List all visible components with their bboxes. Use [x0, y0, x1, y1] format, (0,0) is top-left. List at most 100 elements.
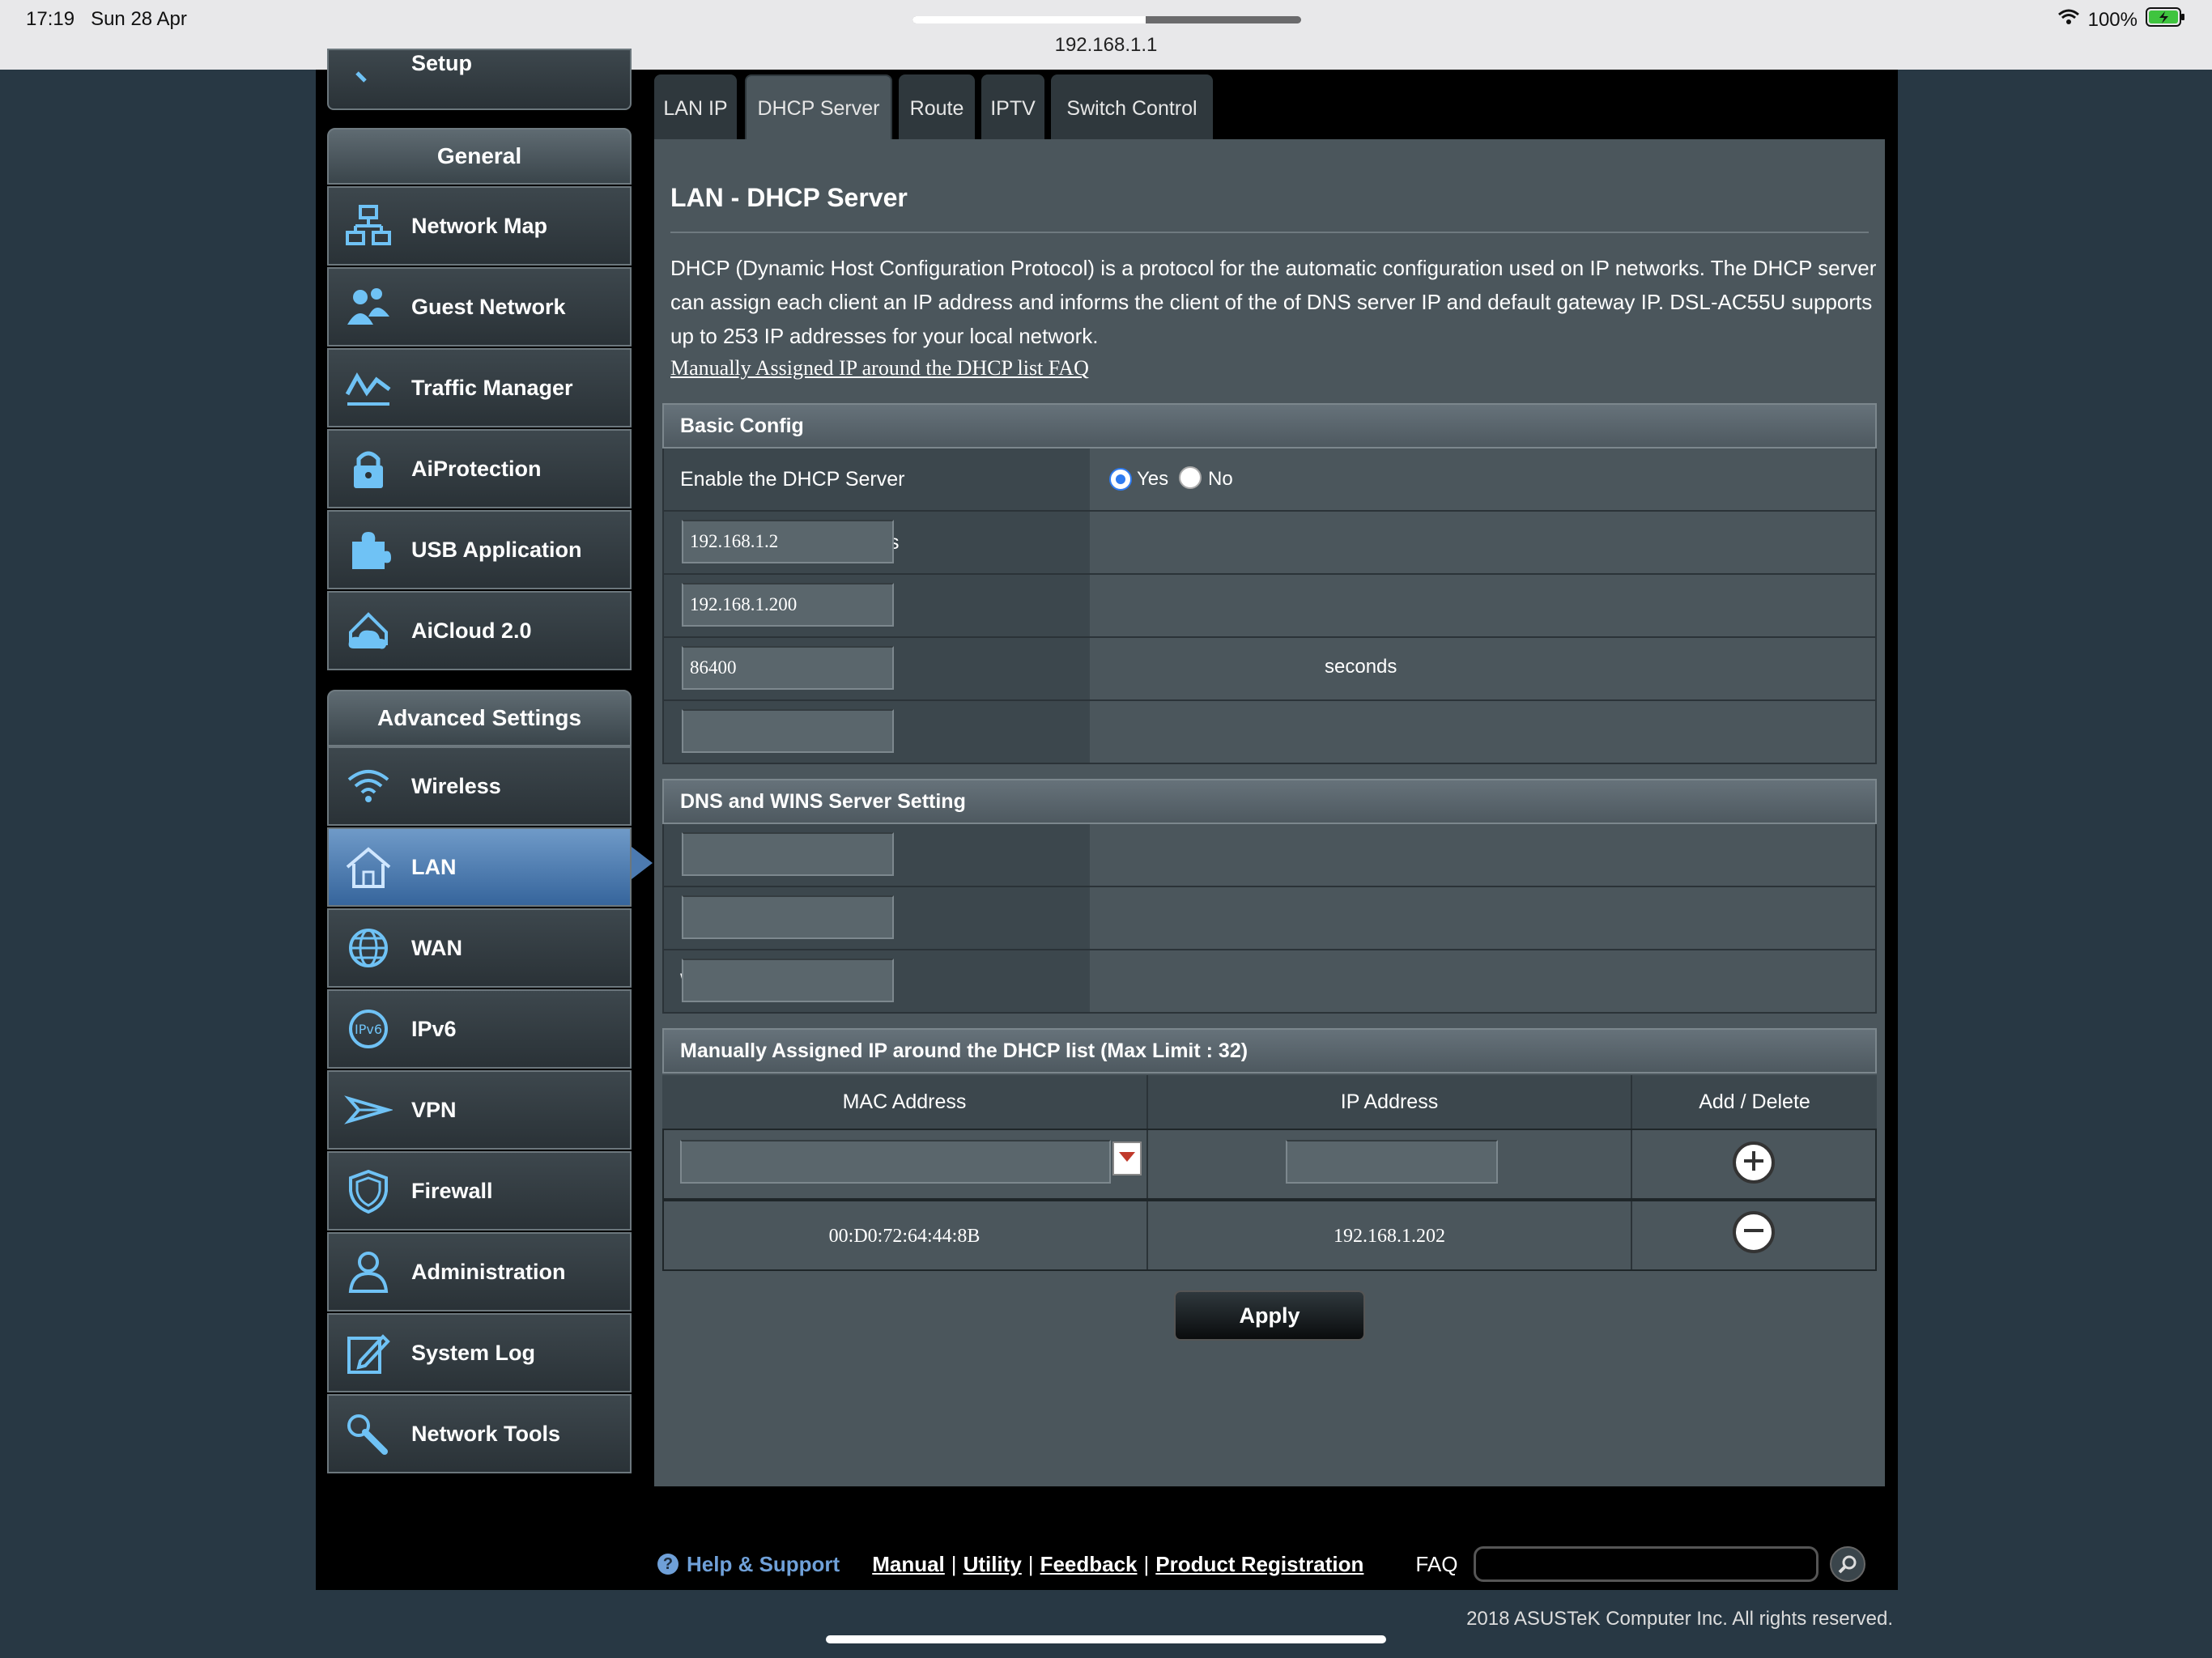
sidebar-item-usb-application[interactable]: USB Application — [327, 510, 632, 589]
sidebar-item-traffic-manager[interactable]: Traffic Manager — [327, 348, 632, 427]
dns2-input[interactable] — [682, 895, 894, 939]
tab-iptv[interactable]: IPTV — [981, 74, 1044, 139]
shield-icon — [342, 1164, 395, 1218]
sidebar-item-label: System Log — [411, 1340, 536, 1365]
default-gateway-cell — [1090, 701, 1875, 763]
lease-time-input[interactable]: 86400 — [682, 646, 894, 690]
sidebar-item-system-log[interactable]: System Log — [327, 1313, 632, 1392]
section-header-dns-wins: DNS and WINS Server Setting — [662, 779, 1877, 824]
faq-search-input[interactable] — [1474, 1546, 1819, 1582]
footer-bar: ? Help & Support Manual | Utility | Feed… — [657, 1546, 1866, 1582]
sidebar-item-label: WAN — [411, 935, 462, 960]
product-registration-link[interactable]: Product Registration — [1155, 1552, 1363, 1577]
home-indicator[interactable] — [826, 1635, 1386, 1643]
sidebar-item-label: Guest Network — [411, 294, 566, 319]
sidebar-item-firewall[interactable]: Firewall — [327, 1151, 632, 1231]
ip-pool-end-input[interactable]: 192.168.1.200 — [682, 583, 894, 627]
sidebar-item-network-map[interactable]: Network Map — [327, 186, 632, 266]
status-indicators: 100% — [2057, 6, 2186, 33]
sidebar-item-label: Firewall — [411, 1178, 493, 1203]
sidebar-item-label: Wireless — [411, 773, 501, 798]
faq-link[interactable]: Manually Assigned IP around the DHCP lis… — [670, 356, 1089, 380]
feedback-link[interactable]: Feedback — [1040, 1552, 1138, 1577]
setup-icon — [342, 53, 395, 106]
manual-link[interactable]: Manual — [872, 1552, 945, 1577]
sidebar-item-wan[interactable]: WAN — [327, 908, 632, 988]
sidebar-item-label: Administration — [411, 1259, 566, 1284]
puzzle-icon — [342, 523, 395, 576]
tab-dhcp-server[interactable]: DHCP Server — [745, 74, 892, 139]
help-support-link[interactable]: Help & Support — [687, 1552, 840, 1577]
dropdown-arrow-icon — [1119, 1151, 1135, 1166]
ip-pool-start-input[interactable]: 192.168.1.2 — [682, 520, 894, 563]
utility-link[interactable]: Utility — [963, 1552, 1022, 1577]
guest-network-icon — [342, 280, 395, 334]
sidebar-item-label: AiCloud 2.0 — [411, 618, 532, 643]
sidebar-item-label: AiProtection — [411, 456, 542, 481]
dhcp-enable-no-radio[interactable] — [1179, 466, 1202, 489]
sidebar-item-setup[interactable]: Setup — [327, 49, 632, 110]
sidebar-item-label: USB Application — [411, 537, 582, 562]
sidebar-item-label: VPN — [411, 1097, 457, 1122]
add-entry-button[interactable] — [1733, 1141, 1775, 1184]
wifi-status-icon — [2057, 8, 2080, 32]
user-icon — [342, 1245, 395, 1299]
footer-separator: | — [951, 1551, 957, 1576]
battery-icon — [2146, 6, 2186, 33]
entry-ip: 192.168.1.202 — [1148, 1201, 1632, 1271]
dns1-cell — [1090, 824, 1875, 886]
wins-input[interactable] — [682, 959, 894, 1002]
dns1-input[interactable] — [682, 832, 894, 876]
sidebar-header-general: General — [327, 128, 632, 185]
sidebar-item-label: Network Map — [411, 213, 548, 238]
cloud-icon — [342, 604, 395, 657]
globe-icon — [342, 921, 395, 975]
lock-icon — [342, 442, 395, 495]
enable-dhcp-label: Enable the DHCP Server — [664, 449, 1090, 510]
lease-time-unit: seconds — [1325, 656, 1397, 678]
sidebar-item-administration[interactable]: Administration — [327, 1232, 632, 1312]
mac-dropdown-button[interactable] — [1112, 1141, 1142, 1175]
tab-switch-control[interactable]: Switch Control — [1051, 74, 1213, 139]
sidebar-item-aicloud[interactable]: AiCloud 2.0 — [327, 591, 632, 670]
tab-route[interactable]: Route — [899, 74, 975, 139]
sidebar-item-label: LAN — [411, 854, 457, 879]
title-divider — [670, 232, 1869, 233]
footer-separator: | — [1143, 1551, 1150, 1576]
lease-time-cell — [1090, 638, 1875, 699]
wrench-icon — [342, 1407, 395, 1460]
home-icon — [342, 840, 395, 894]
sidebar-item-guest-network[interactable]: Guest Network — [327, 267, 632, 346]
clock: 17:19 — [26, 8, 75, 30]
sidebar-item-wireless[interactable]: Wireless — [327, 746, 632, 826]
sidebar-item-lan[interactable]: LAN — [327, 827, 632, 907]
tab-lan-ip[interactable]: LAN IP — [654, 74, 737, 139]
yes-label: Yes — [1137, 468, 1169, 490]
traffic-manager-icon — [342, 361, 395, 414]
delete-entry-button[interactable] — [1733, 1211, 1775, 1253]
dns2-cell — [1090, 887, 1875, 949]
apply-button[interactable]: Apply — [1174, 1290, 1365, 1341]
battery-percent: 100% — [2087, 8, 2138, 31]
new-mac-input[interactable] — [680, 1140, 1111, 1184]
dhcp-enable-yes-radio[interactable] — [1109, 468, 1132, 491]
page-load-progress-fill — [912, 16, 1146, 23]
minus-icon — [1742, 1218, 1766, 1247]
sidebar-item-label: Traffic Manager — [411, 375, 573, 400]
sidebar-header-advanced: Advanced Settings — [327, 690, 632, 746]
search-icon[interactable] — [1830, 1546, 1866, 1582]
footer-separator: | — [1027, 1551, 1034, 1576]
sidebar-item-label: Setup — [411, 50, 473, 75]
sidebar-item-vpn[interactable]: VPN — [327, 1070, 632, 1150]
column-header-add-delete: Add / Delete — [1632, 1075, 1877, 1129]
edit-icon — [342, 1326, 395, 1380]
svg-text:IPv6: IPv6 — [355, 1022, 382, 1037]
copyright: 2018 ASUSTeK Computer Inc. All rights re… — [1466, 1608, 1893, 1630]
sidebar-item-network-tools[interactable]: Network Tools — [327, 1394, 632, 1473]
default-gateway-input[interactable] — [682, 709, 894, 753]
sidebar-item-aiprotection[interactable]: AiProtection — [327, 429, 632, 508]
status-time: 17:19 Sun 28 Apr — [26, 8, 187, 31]
section-header-manual-ip: Manually Assigned IP around the DHCP lis… — [662, 1028, 1877, 1073]
new-ip-input[interactable] — [1286, 1140, 1498, 1184]
sidebar-item-ipv6[interactable]: IPv6 IPv6 — [327, 989, 632, 1069]
